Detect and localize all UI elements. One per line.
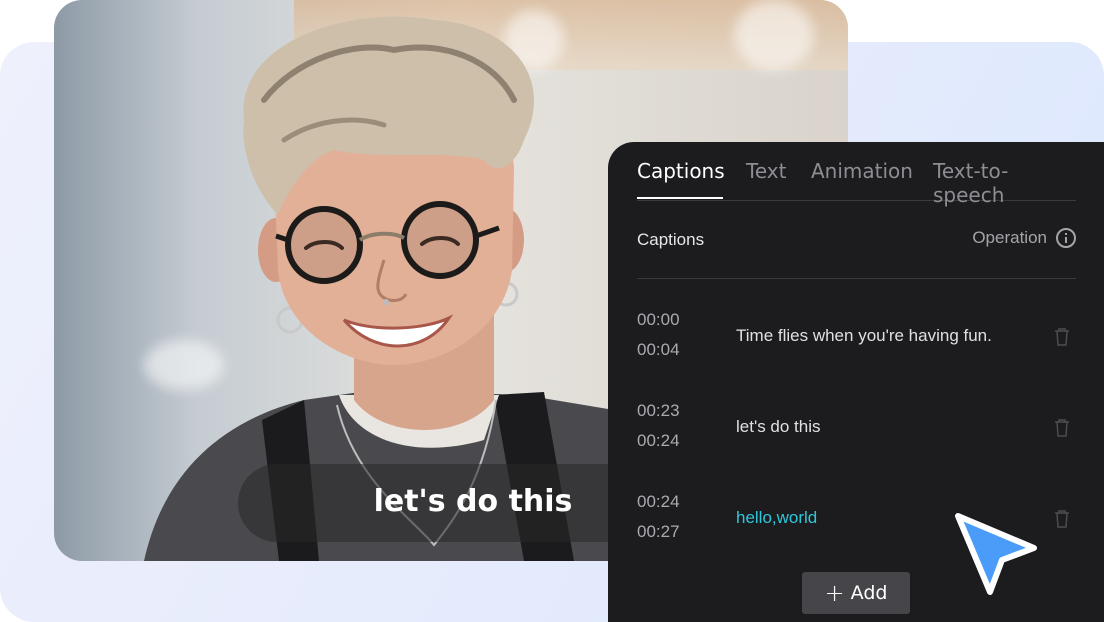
caption-end-time: 00:04 (637, 340, 680, 359)
trash-icon[interactable] (1054, 328, 1070, 346)
caption-text[interactable]: let's do this (736, 417, 821, 437)
trash-icon[interactable] (1054, 510, 1070, 528)
tab-text-to-speech[interactable]: Text-to-speech (933, 159, 1076, 207)
operation-label: Operation (972, 228, 1047, 247)
panel-tabs: Captions Text Animation Text-to-speech (637, 157, 1076, 207)
caption-timestamps: 00:00 00:04 (637, 305, 680, 365)
caption-timestamps: 00:23 00:24 (637, 396, 680, 456)
caption-start-time: 00:24 (637, 492, 680, 511)
active-tab-indicator (637, 197, 723, 199)
section-title: Captions (637, 230, 705, 249)
tab-animation[interactable]: Animation (811, 159, 913, 183)
caption-end-time: 00:27 (637, 522, 680, 541)
plus-icon: + (824, 579, 845, 607)
mouse-pointer-icon (955, 513, 1037, 595)
caption-end-time: 00:24 (637, 431, 680, 450)
add-caption-button[interactable]: + Add (802, 572, 910, 614)
operation-column-header: Operation (972, 228, 1076, 248)
caption-row[interactable]: 00:00 00:04 Time flies when you're havin… (637, 305, 1076, 375)
tab-text[interactable]: Text (746, 159, 786, 183)
captions-header: Captions Operation (637, 220, 1076, 279)
add-button-label: Add (850, 582, 888, 604)
tab-captions[interactable]: Captions (637, 159, 725, 183)
info-icon[interactable] (1056, 228, 1076, 248)
caption-start-time: 00:00 (637, 310, 680, 329)
caption-text-active[interactable]: hello,world (736, 508, 817, 528)
caption-start-time: 00:23 (637, 401, 680, 420)
caption-row[interactable]: 00:23 00:24 let's do this (637, 396, 1076, 466)
trash-icon[interactable] (1054, 419, 1070, 437)
caption-text[interactable]: Time flies when you're having fun. (736, 326, 992, 346)
caption-timestamps: 00:24 00:27 (637, 487, 680, 547)
